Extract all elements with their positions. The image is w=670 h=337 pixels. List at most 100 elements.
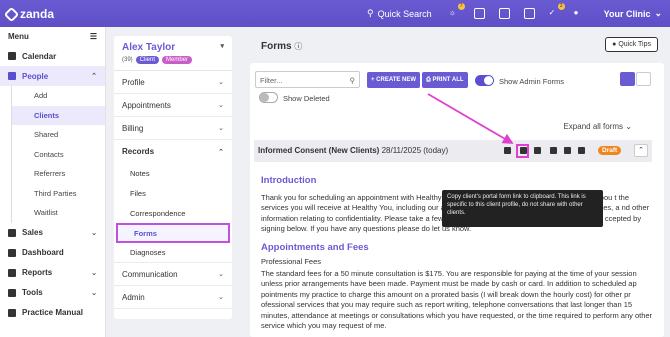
chart-icon[interactable] (473, 8, 485, 19)
clinic-selector[interactable]: Your Clinic ⌄ (604, 8, 662, 19)
fees-heading: Appointments and Fees (261, 241, 369, 253)
chevron-down-icon: ⌄ (218, 125, 224, 132)
dashboard-icon (8, 248, 16, 257)
create-new-button[interactable]: + CREATE NEW (367, 72, 421, 88)
caret-down-icon[interactable]: ▾ (220, 42, 224, 53)
sidebar-item-tools[interactable]: Tools ⌄ (0, 283, 105, 303)
zanda-logo[interactable]: zanda (3, 6, 55, 22)
clipboard-copy-icon[interactable] (520, 147, 527, 154)
client-nav-appointments[interactable]: Appointments ⌄ (114, 94, 232, 117)
filter-placeholder: Filter... (260, 76, 283, 85)
client-name[interactable]: Alex Taylor (122, 42, 175, 53)
hamburger-icon[interactable]: ☰ (90, 32, 97, 41)
pencil-icon[interactable] (550, 147, 557, 154)
records-forms[interactable]: Forms (116, 223, 230, 243)
sidebar-label: Calendar (22, 51, 57, 61)
toggle-knob (484, 76, 493, 85)
search-icon: ⚲ (349, 76, 356, 85)
notifications-icon[interactable]: ☼ 7 (449, 3, 465, 19)
sidebar-item-third-parties[interactable]: Third Parties (11, 183, 105, 203)
sidebar-item-waitlist[interactable]: Waitlist (11, 203, 105, 223)
clinic-label: Your Clinic (603, 8, 651, 19)
grid-view-button[interactable] (636, 72, 651, 86)
expand-all-link[interactable]: Expand all forms ⌄ (563, 122, 632, 131)
tools-icon (8, 288, 16, 297)
sidebar-item-calendar[interactable]: Calendar (0, 46, 105, 66)
chevron-down-icon: ⌄ (91, 269, 97, 277)
quick-tips-button[interactable]: ● Quick Tips (605, 37, 658, 52)
quick-search-label: Quick Search (377, 8, 432, 19)
member-tag: Member (162, 56, 193, 64)
records-diagnoses[interactable]: Diagnoses (114, 243, 232, 263)
logo-icon (3, 6, 20, 22)
print-all-button[interactable]: ⎙ PRINT ALL (422, 72, 468, 88)
tasks-icon[interactable]: ✓ 3 (549, 3, 565, 19)
quick-tips-label: Quick Tips (618, 41, 651, 48)
nav-label: Profile (122, 77, 145, 87)
menu-label: Menu (8, 32, 29, 41)
chevron-down-icon: ⌄ (218, 271, 224, 278)
toggle-knob (260, 93, 269, 102)
filter-input[interactable]: Filter... ⚲ (255, 71, 360, 88)
notification-badge: 7 (457, 3, 465, 10)
client-tags: (39) Client Member (114, 53, 232, 71)
client-nav-billing[interactable]: Billing ⌄ (114, 117, 232, 140)
form-row[interactable]: Informed Consent (New Clients) 28/11/202… (254, 140, 652, 162)
records-files[interactable]: Files (114, 183, 232, 203)
form-name: Informed Consent (New Clients) (258, 146, 380, 155)
book-icon (8, 308, 16, 317)
chevron-up-icon: ⌃ (91, 73, 97, 80)
sidebar-label: Practice Manual (22, 308, 83, 317)
show-deleted-toggle[interactable] (259, 92, 278, 103)
list-view-button[interactable] (620, 72, 635, 86)
records-notes[interactable]: Notes (114, 163, 232, 183)
sidebar-item-referrers[interactable]: Referrers (11, 164, 105, 184)
sidebar-item-practice-manual[interactable]: Practice Manual (0, 303, 105, 323)
pin-icon[interactable] (564, 147, 571, 154)
client-nav-communication[interactable]: Communication ⌄ (114, 263, 232, 286)
client-nav-profile[interactable]: Profile ⌄ (114, 71, 232, 94)
expand-all-label: Expand all forms (563, 122, 624, 131)
copy-link-tooltip: Copy client's portal form link to clipbo… (442, 190, 603, 227)
sidebar-label: People (22, 71, 49, 81)
show-admin-toggle[interactable] (475, 75, 494, 86)
fees-text: The standard fees for a 50 minute consul… (261, 268, 653, 331)
sidebar-item-dashboard[interactable]: Dashboard (0, 243, 105, 263)
sidebar-item-people[interactable]: People ⌃ (0, 66, 105, 86)
sidebar-item-reports[interactable]: Reports ⌄ (0, 263, 105, 283)
calendar-icon[interactable] (523, 8, 535, 19)
chevron-up-icon: ⌃ (218, 148, 224, 156)
collapse-button[interactable]: ⌃ (634, 144, 648, 157)
nav-label: Admin (122, 292, 145, 302)
main-area: Forms ⓘ ● Quick Tips Filter... ⚲ + CREATE… (250, 36, 664, 337)
chevron-down-icon: ⌄ (625, 122, 632, 131)
quick-search-button[interactable]: ⚲ Quick Search (367, 8, 432, 19)
chevron-down-icon: ⌄ (218, 102, 224, 109)
client-nav-admin[interactable]: Admin ⌄ (114, 286, 232, 309)
fees-subheading: Professional Fees (261, 257, 322, 266)
chat-icon[interactable]: ● (574, 8, 585, 19)
sidebar-item-contacts[interactable]: Contacts (11, 144, 105, 164)
form-date: 28/11/2025 (today) (381, 146, 449, 155)
search-icon: ⚲ (366, 8, 374, 18)
forms-panel: Filter... ⚲ + CREATE NEW ⎙ PRINT ALL Show… (250, 63, 664, 337)
logo-text: zanda (20, 7, 55, 21)
people-icon (8, 72, 16, 80)
link-icon[interactable] (534, 147, 541, 154)
draft-badge: Draft (598, 146, 622, 155)
copy-icon[interactable] (578, 147, 585, 154)
client-count: (39) (122, 57, 133, 63)
clipboard-icon[interactable] (498, 8, 510, 19)
sidebar-item-clients[interactable]: Clients (11, 105, 105, 125)
chevron-down-icon: ⌄ (218, 294, 224, 301)
chevron-down-icon: ⌄ (218, 79, 224, 86)
client-nav-records[interactable]: Records ⌃ (114, 140, 232, 163)
page-title: Forms ⓘ (261, 41, 303, 52)
info-icon[interactable]: ⓘ (294, 42, 302, 51)
eye-icon[interactable] (504, 147, 511, 154)
sidebar-item-sales[interactable]: Sales ⌄ (0, 223, 105, 243)
records-correspondence[interactable]: Correspondence (114, 203, 232, 223)
sidebar: Menu ☰ Calendar People ⌃ Add Clients Share… (0, 27, 106, 337)
sidebar-item-add[interactable]: Add (11, 86, 105, 106)
sidebar-item-shared[interactable]: Shared (11, 125, 105, 145)
